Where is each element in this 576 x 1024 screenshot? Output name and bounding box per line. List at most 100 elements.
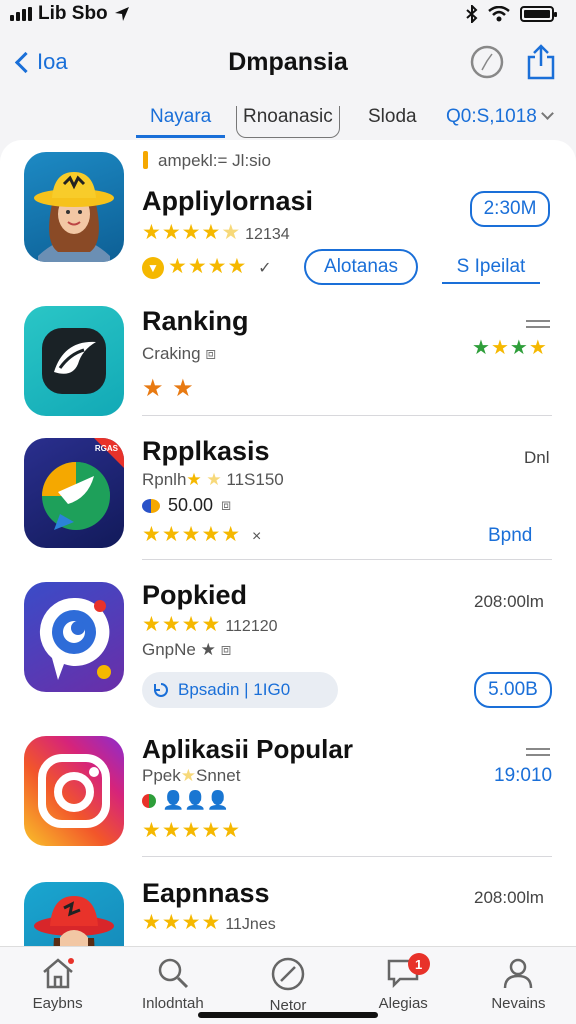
bluetooth-icon [466, 5, 478, 23]
battery-icon [520, 6, 557, 22]
time-button[interactable]: 2:30M [470, 191, 550, 227]
rating-ranking-green: ★★★★ [472, 337, 548, 359]
menu-lines-icon[interactable] [526, 320, 550, 328]
segment-tabs: Nayara Rnoanasic Sloda Q0:S,1018 [0, 100, 576, 140]
camera-icon [38, 754, 110, 828]
rating-popular: ★★★★★ [142, 819, 242, 842]
google-icon [142, 793, 156, 808]
search-icon [158, 958, 188, 989]
menu-lines-icon[interactable] [526, 748, 550, 756]
nav-bar: Ioa Dmpansia [0, 36, 576, 88]
location-pin-icon [39, 597, 111, 680]
shield-badge-icon: ▼ [142, 257, 164, 279]
install-button[interactable]: S Ipeilat [442, 256, 540, 284]
price-rpplkasis: 50.00 [168, 495, 214, 515]
price-row: 50.00 ⧈ [142, 495, 231, 516]
divider [142, 722, 552, 723]
tab-bar: Eaybns Inlodntah Netor 1 Alegias Nevains [0, 946, 576, 1024]
rating-count-eapnnass: 11Jnes [225, 916, 276, 933]
people-icon: 👤👤👤 [162, 790, 230, 810]
tab-label: Alegias [378, 995, 428, 1012]
popular-link[interactable]: 19:010 [494, 765, 552, 787]
icon-badge-label: RGAS [94, 444, 118, 453]
back-button[interactable]: Ioa [12, 49, 68, 75]
rpplkasis-action[interactable]: Bpnd [488, 525, 532, 547]
app-name-rpplkasis: Rpplkasis [142, 436, 270, 466]
status-left: Lib Sbo [10, 3, 130, 25]
hat-girl-icon [34, 172, 114, 262]
rating-count-popkied: 112120 [225, 618, 278, 635]
notification-badge: 1 [407, 953, 430, 975]
rating-popkied: ★★★★ 112120 [142, 613, 278, 636]
sub-rpplkasis: Rpnlh★ ★ 11S150 [142, 470, 284, 489]
popkied-chip[interactable]: Bpsadin | 1IG0 [142, 672, 338, 708]
app-icon-rpplkasis[interactable]: RGAS [24, 438, 124, 548]
app-icon-popkied[interactable] [24, 582, 124, 692]
rating-featured: ★★★★★ 12134 [142, 221, 290, 244]
rating-count: 12134 [245, 226, 290, 243]
app-name-ranking: Ranking [142, 306, 249, 336]
rating-featured-secondary: ★★★★ ✓ [168, 255, 272, 278]
app-name-eapnnass: Eapnnass [142, 878, 270, 908]
chevron-left-icon [14, 51, 37, 73]
app-list: ampekl:= Jl:sio Appliylornasi ★★★★★ 12134… [0, 140, 576, 946]
carrier-label: Lib Sbo [38, 3, 108, 24]
sub-popular: Ppek★Snnet [142, 766, 241, 785]
chevron-down-icon [540, 107, 554, 120]
location-arrow-icon [114, 7, 129, 21]
time-eapnnass: 208:00lm [474, 888, 544, 907]
sub-rpplkasis-label: Rpnlh [142, 470, 187, 489]
alotanas-button[interactable]: Alotanas [304, 249, 418, 285]
sub-popkied-label: GnpNe [142, 640, 196, 659]
tab-item-nevains[interactable]: Nevains [461, 947, 576, 1024]
tab-label: Nevains [491, 995, 546, 1012]
tab-nayara[interactable]: Nayara [136, 106, 226, 138]
status-right [466, 5, 557, 23]
home-indicator[interactable] [198, 1012, 378, 1018]
sub-popular-meta: Snnet [196, 766, 241, 785]
sub-rpplkasis-meta: 11S150 [226, 470, 284, 489]
share-icon[interactable] [526, 44, 556, 80]
featured-tag: ampekl:= Jl:sio [158, 151, 271, 170]
rating-eapnnass: ★★★★ 11Jnes [142, 911, 276, 934]
coin-icon [142, 498, 160, 513]
divider [142, 856, 552, 857]
red-hat-icon [34, 896, 114, 946]
tab-sloda[interactable]: Sloda [368, 106, 417, 138]
tab-rnoanasic[interactable]: Rnoanasic [236, 106, 340, 138]
compass-icon[interactable] [470, 45, 504, 79]
sub-ranking: Craking ⧈ [142, 344, 217, 363]
corner-label-rpplkasis: Dnl [524, 448, 550, 467]
compass-icon [271, 957, 305, 991]
tab-item-eaybns[interactable]: Eaybns [0, 947, 115, 1024]
sub-ranking-label: Craking [142, 344, 201, 363]
price-button[interactable]: 5.00B [474, 672, 552, 708]
popular-meta-row: 👤👤👤 [142, 790, 229, 811]
rating-ranking: ★ ★ [142, 375, 195, 402]
back-label: Ioa [37, 49, 68, 74]
app-name-featured: Appliylornasi [142, 186, 314, 216]
app-icon-featured[interactable] [24, 152, 124, 262]
status-bar: Lib Sbo [0, 0, 576, 28]
person-icon [504, 958, 533, 989]
signal-icon [10, 7, 32, 21]
app-icon-ranking[interactable] [24, 306, 124, 416]
app-icon-popular[interactable] [24, 736, 124, 846]
app-name-popkied: Popkied [142, 580, 248, 610]
rating-rpplkasis: ★★★★★ × [142, 523, 262, 546]
leaf-logo-icon [42, 328, 106, 394]
divider [142, 415, 552, 416]
home-icon [42, 958, 74, 989]
app-name-popular: Aplikasii Popular [142, 734, 353, 764]
divider [142, 559, 552, 560]
wifi-icon [488, 6, 510, 22]
refresh-icon [154, 683, 168, 697]
chat-bubble-icon [42, 438, 124, 530]
sub-popular-label: Ppek [142, 766, 181, 785]
sub-popkied: GnpNe ★ ⧈ [142, 640, 232, 659]
chip-label: Bpsadin | 1IG0 [178, 680, 291, 699]
nav-actions [470, 44, 556, 80]
app-icon-eapnnass[interactable] [24, 882, 124, 946]
tag-marker [143, 151, 148, 169]
tab-dropdown[interactable]: Q0:S,1018 [446, 106, 554, 138]
